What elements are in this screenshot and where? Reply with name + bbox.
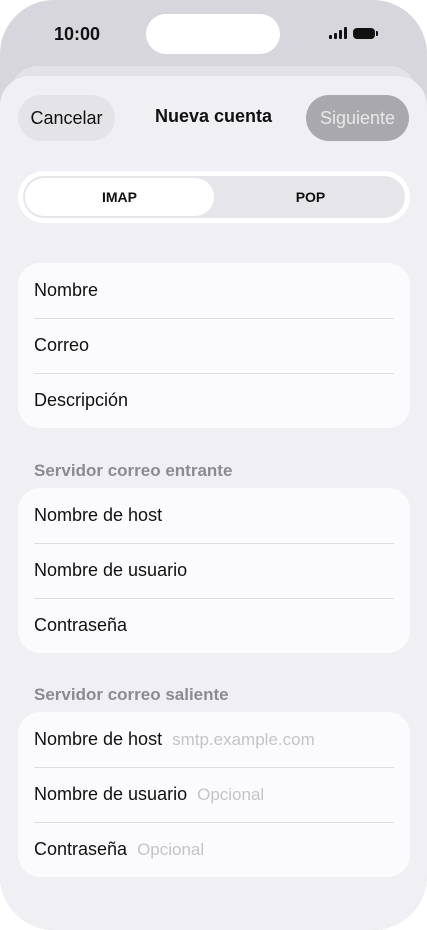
outgoing-password-field[interactable]: Contraseña Opcional xyxy=(18,822,410,877)
incoming-host-field[interactable]: Nombre de host xyxy=(18,488,410,543)
field-label: Nombre de host xyxy=(34,505,163,525)
account-info-group: Nombre Correo Descripción xyxy=(18,263,410,428)
new-account-sheet: Cancelar Nueva cuenta Siguiente IMAP POP… xyxy=(0,76,427,930)
outgoing-username-field[interactable]: Nombre de usuario Opcional xyxy=(18,767,410,822)
field-label: Contraseña xyxy=(34,839,128,859)
incoming-username-field[interactable]: Nombre de usuario xyxy=(18,543,410,598)
segment-pop[interactable]: POP xyxy=(216,176,405,218)
field-placeholder: smtp.example.com xyxy=(172,729,315,749)
field-label: Nombre de usuario xyxy=(34,560,188,580)
outgoing-host-field[interactable]: Nombre de host smtp.example.com xyxy=(18,712,410,767)
field-placeholder: Opcional xyxy=(197,784,265,804)
field-label: Correo xyxy=(34,335,90,355)
account-type-control: IMAP POP xyxy=(18,171,410,223)
dynamic-island xyxy=(146,14,280,54)
battery-icon xyxy=(353,27,378,39)
field-label: Descripción xyxy=(34,390,129,410)
incoming-server-group: Nombre de host Nombre de usuario Contras… xyxy=(18,488,410,653)
field-label: Contraseña xyxy=(34,615,128,635)
incoming-server-header: Servidor correo entrante xyxy=(34,461,233,480)
email-field[interactable]: Correo xyxy=(18,318,410,373)
signal-icon xyxy=(329,27,347,39)
description-field[interactable]: Descripción xyxy=(18,373,410,428)
field-placeholder: Opcional xyxy=(137,839,205,859)
status-bar: 10:00 xyxy=(0,0,427,70)
name-field[interactable]: Nombre xyxy=(18,263,410,318)
incoming-password-field[interactable]: Contraseña xyxy=(18,598,410,653)
outgoing-server-header: Servidor correo saliente xyxy=(34,685,229,704)
field-label: Nombre de host xyxy=(34,729,163,749)
phone-frame: 10:00 Cancelar Nueva cuenta Siguiente IM… xyxy=(0,0,427,930)
outgoing-server-group: Nombre de host smtp.example.com Nombre d… xyxy=(18,712,410,877)
status-time: 10:00 xyxy=(54,24,101,44)
status-icons xyxy=(329,27,378,39)
field-label: Nombre de usuario xyxy=(34,784,188,804)
segment-imap[interactable]: IMAP xyxy=(25,178,214,216)
next-button[interactable]: Siguiente xyxy=(306,95,409,141)
field-label: Nombre xyxy=(34,280,99,300)
